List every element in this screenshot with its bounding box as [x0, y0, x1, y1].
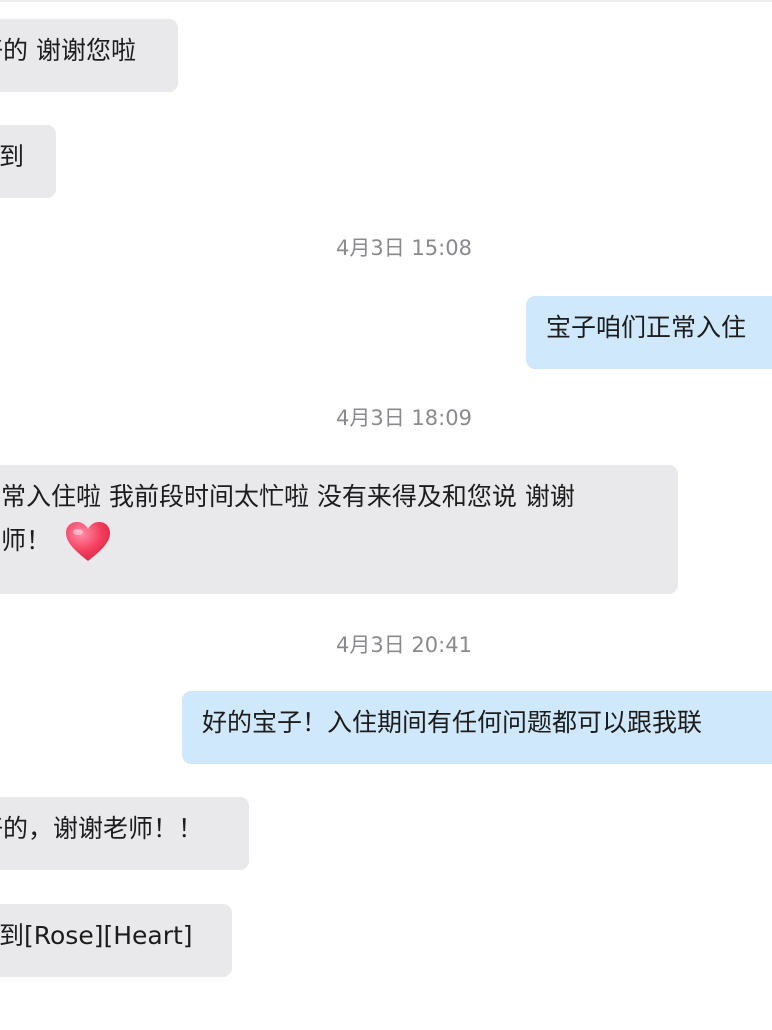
heart-icon [66, 522, 111, 561]
timestamp: 4月3日 18:09 [336, 406, 472, 430]
message-text: 好的宝子！入住期间有任何问题都可以跟我联 [202, 708, 703, 737]
message-text: 好的，谢谢老师！！ [0, 814, 204, 843]
timestamp: 4月3日 15:08 [336, 236, 472, 260]
message-bubble-incoming[interactable]: 好的 谢谢您啦 [0, 19, 178, 92]
message-text: 收到 [0, 142, 25, 171]
message-text: 老师！ [0, 526, 52, 555]
message-bubble-outgoing[interactable]: 好的宝子！入住期间有任何问题都可以跟我联 [182, 691, 772, 764]
message-text: 好的 谢谢您啦 [0, 36, 136, 65]
message-bubble-incoming[interactable]: 收到 [0, 125, 56, 198]
chat-thread[interactable]: 好的 谢谢您啦 收到 4月3日 15:08 宝子咱们正常入住 4月3日 18:0… [0, 0, 772, 1030]
message-bubble-incoming[interactable]: 正常入住啦 我前段时间太忙啦 没有来得及和您说 谢谢 老师！ [0, 465, 678, 594]
message-text: 收到[Rose][Heart] [0, 921, 193, 950]
timestamp: 4月3日 20:41 [336, 633, 472, 657]
message-bubble-incoming[interactable]: 好的，谢谢老师！！ [0, 797, 249, 870]
message-bubble-incoming[interactable]: 收到[Rose][Heart] [0, 904, 232, 977]
message-bubble-outgoing[interactable]: 宝子咱们正常入住 [526, 296, 772, 369]
message-text: 正常入住啦 我前段时间太忙啦 没有来得及和您说 谢谢 [0, 482, 575, 511]
message-text: 宝子咱们正常入住 [546, 313, 747, 342]
message-text-line-2: 老师！ [0, 519, 658, 563]
